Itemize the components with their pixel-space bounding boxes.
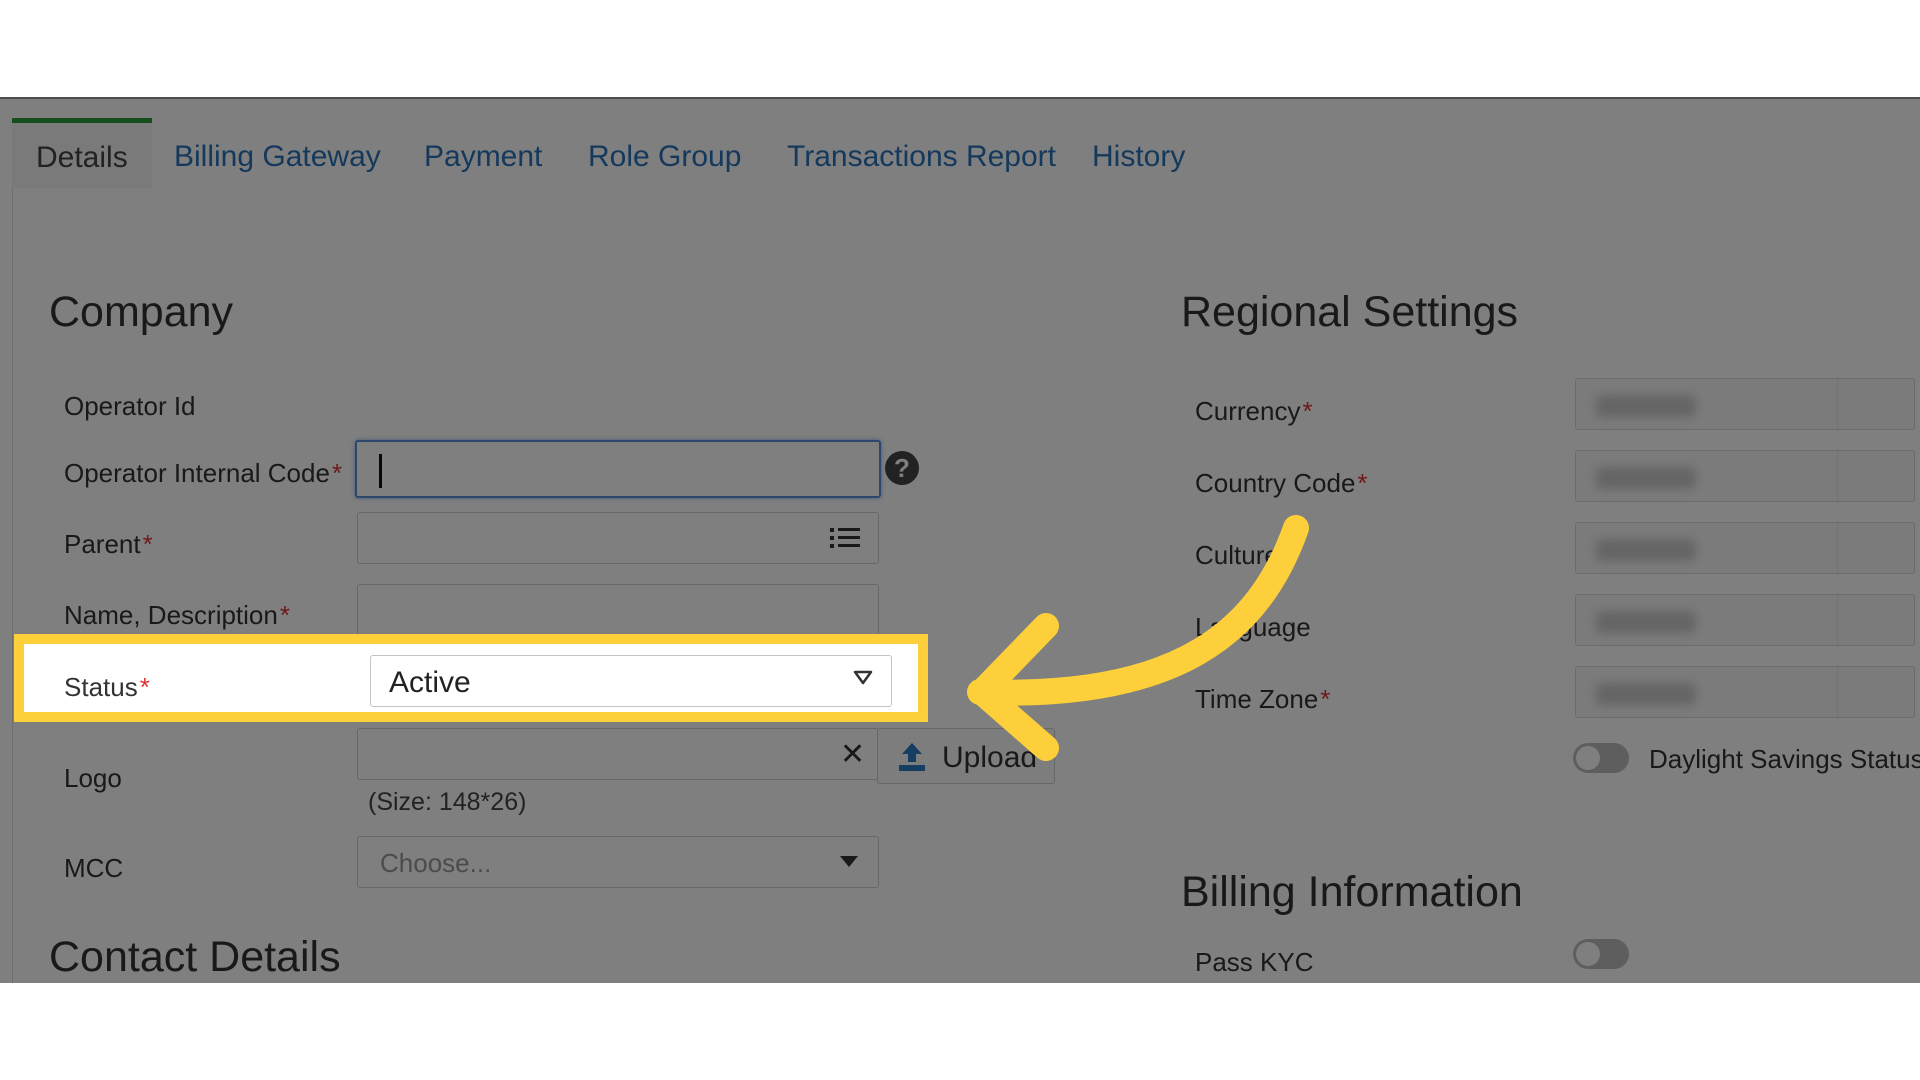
curved-arrow-icon [967,515,1309,761]
tutorial-frame: Details Billing Gateway Payment Role Gro… [0,0,1920,1080]
